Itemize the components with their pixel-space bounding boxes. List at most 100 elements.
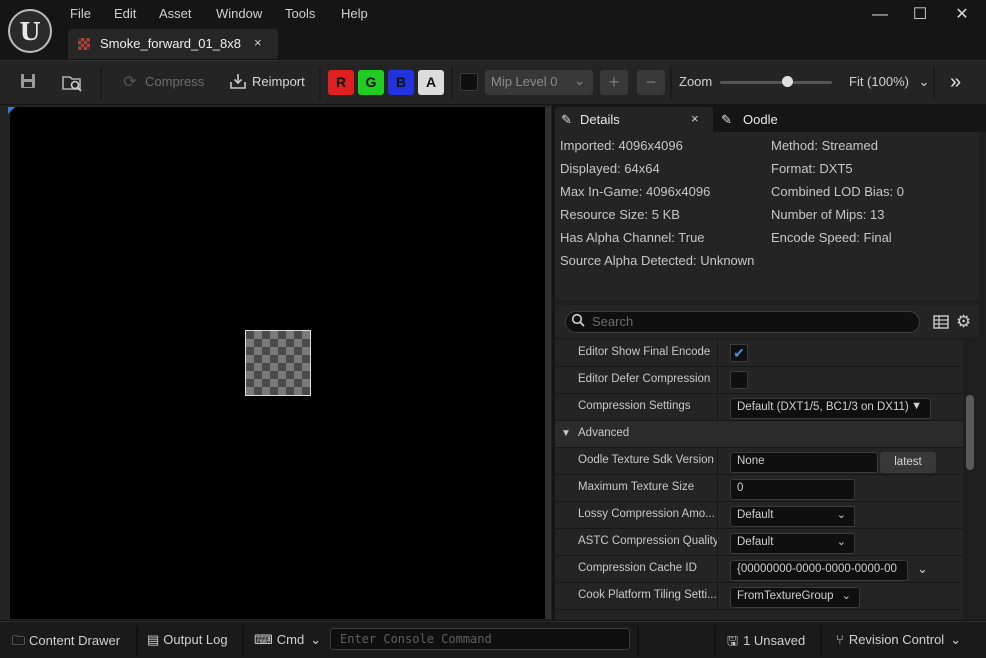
compression-settings-select[interactable]: Default (DXT1/5, BC1/3 on DX11) ▼ <box>730 398 931 419</box>
toolbar-separator <box>319 67 321 99</box>
search-input[interactable]: Search <box>565 311 920 333</box>
zoom-slider[interactable] <box>720 81 832 84</box>
texture-asset-icon <box>78 38 90 50</box>
window-close-icon[interactable]: ✕ <box>950 4 974 26</box>
cook-tiling-value: FromTextureGroup <box>737 590 834 602</box>
column-divider <box>717 529 718 556</box>
menu-edit[interactable]: Edit <box>114 6 136 24</box>
column-divider <box>717 367 718 394</box>
properties-scrollbar-thumb[interactable] <box>966 395 974 470</box>
chevron-down-icon: ⌄ <box>918 74 930 89</box>
lossy-compression-value: Default <box>737 509 774 521</box>
property-label: ASTC Compression Quality <box>578 535 719 547</box>
mip-increase-button[interactable]: + <box>600 70 628 95</box>
revision-control-button[interactable]: ⑂ Revision Control ⌄ <box>836 632 961 648</box>
property-label: Compression Cache ID <box>578 562 697 574</box>
menu-file[interactable]: File <box>70 6 91 24</box>
menu-tools[interactable]: Tools <box>285 6 315 24</box>
mip-level-value: Mip Level 0 <box>491 74 558 89</box>
properties-scrollbar[interactable] <box>963 340 979 620</box>
revision-control-icon: ⑂ <box>836 632 844 647</box>
channel-r-toggle[interactable]: R <box>328 70 354 95</box>
advanced-section-header[interactable]: ▼ Advanced <box>555 421 963 448</box>
zoom-slider-thumb[interactable] <box>782 76 794 87</box>
property-row: Editor Show Final Encode ✔ <box>555 340 963 367</box>
terminal-icon: ⌨ <box>254 632 273 647</box>
mip-decrease-button[interactable]: − <box>637 70 665 95</box>
search-icon <box>571 313 585 330</box>
editor-show-final-encode-checkbox[interactable]: ✔ <box>730 344 748 362</box>
property-row: Maximum Texture Size 0 <box>555 475 963 502</box>
console-input[interactable]: Enter Console Command <box>330 628 630 650</box>
stat-resource-size: Resource Size: 5 KB <box>560 207 680 222</box>
menu-asset[interactable]: Asset <box>159 6 192 24</box>
unsaved-button[interactable]: 🖫 1 Unsaved <box>727 632 805 654</box>
reimport-button[interactable]: Reimport <box>252 74 305 89</box>
tab-oodle-label: Oodle <box>743 112 778 127</box>
tab-close-icon[interactable]: × <box>691 111 699 126</box>
browse-asset-icon[interactable] <box>60 71 84 95</box>
cook-tiling-select[interactable]: FromTextureGroup ⌄ <box>730 587 860 608</box>
stat-displayed: Displayed: 64x64 <box>560 161 660 176</box>
pencil-icon: ✎ <box>721 112 732 127</box>
editor-defer-compression-checkbox[interactable] <box>730 371 748 389</box>
cmd-select[interactable]: ⌨ Cmd ⌄ <box>254 632 321 648</box>
stat-imported: Imported: 4096x4096 <box>560 138 683 153</box>
channel-g-toggle[interactable]: G <box>358 70 384 95</box>
compression-cache-id-input[interactable]: {00000000-0000-0000-0000-00 <box>730 560 908 581</box>
viewport-splitter[interactable] <box>545 107 551 619</box>
save-icon[interactable] <box>16 71 40 95</box>
statusbar-separator <box>714 626 716 656</box>
tab-close-icon[interactable]: × <box>254 35 262 50</box>
minimize-icon[interactable]: — <box>868 4 892 26</box>
channel-b-toggle[interactable]: B <box>388 70 414 95</box>
menu-help[interactable]: Help <box>341 6 368 24</box>
property-label: Compression Settings <box>578 400 691 412</box>
column-divider <box>717 583 718 610</box>
chevron-down-icon: ▼ <box>911 400 922 412</box>
column-divider <box>717 556 718 583</box>
gear-icon[interactable]: ⚙ <box>956 312 971 332</box>
document-tab[interactable]: Smoke_forward_01_8x8 × <box>68 29 278 59</box>
tab-oodle[interactable]: ✎ Oodle <box>718 107 848 132</box>
tab-details[interactable]: ✎ Details × <box>555 107 713 132</box>
output-log-button[interactable]: ▤ Output Log <box>147 632 228 648</box>
mip-level-select[interactable]: Mip Level 0 ⌄ <box>485 70 593 95</box>
toolbar-separator <box>451 67 453 99</box>
mip-level-checkbox[interactable] <box>460 73 478 91</box>
output-log-icon: ▤ <box>147 632 160 647</box>
property-row: Compression Cache ID {00000000-0000-0000… <box>555 556 963 583</box>
texture-stats: Imported: 4096x4096 Displayed: 64x64 Max… <box>555 132 979 300</box>
zoom-label: Zoom <box>679 74 713 89</box>
oodle-sdk-version-input[interactable]: None <box>730 452 878 473</box>
astc-quality-select[interactable]: Default ⌄ <box>730 533 855 554</box>
toolbar-overflow-icon[interactable]: » <box>950 71 961 94</box>
channel-a-toggle[interactable]: A <box>418 70 444 95</box>
statusbar-separator <box>637 626 639 656</box>
chevron-down-icon: ⌄ <box>841 590 851 602</box>
max-texture-size-input[interactable]: 0 <box>730 479 855 500</box>
chevron-down-icon: ⌄ <box>310 632 322 647</box>
column-divider <box>717 475 718 502</box>
compress-button[interactable]: Compress <box>145 74 204 89</box>
column-divider <box>717 448 718 475</box>
property-row: Lossy Compression Amo... Default ⌄ <box>555 502 963 529</box>
stat-num-mips: Number of Mips: 13 <box>771 207 885 222</box>
reimport-icon <box>226 71 250 95</box>
content-drawer-label: Content Drawer <box>29 633 121 648</box>
property-row: ASTC Compression Quality Default ⌄ <box>555 529 963 556</box>
zoom-fit-select[interactable]: Fit (100%) ⌄ <box>849 74 930 90</box>
chevron-down-icon[interactable]: ⌄ <box>917 561 928 577</box>
menu-window[interactable]: Window <box>216 6 262 24</box>
stat-method: Method: Streamed <box>771 138 878 153</box>
latest-button[interactable]: latest <box>880 452 936 473</box>
unreal-logo-icon[interactable]: U <box>8 9 52 53</box>
maximize-icon[interactable]: ☐ <box>908 4 932 26</box>
property-label: Cook Platform Tiling Setti... <box>578 589 717 601</box>
table-view-icon[interactable] <box>933 314 949 333</box>
stat-format: Format: DXT5 <box>771 161 853 176</box>
content-drawer-button[interactable]: 🗀 Content Drawer <box>12 632 120 654</box>
property-label: Oodle Texture Sdk Version <box>578 454 714 466</box>
statusbar-separator <box>136 626 138 656</box>
lossy-compression-select[interactable]: Default ⌄ <box>730 506 855 527</box>
